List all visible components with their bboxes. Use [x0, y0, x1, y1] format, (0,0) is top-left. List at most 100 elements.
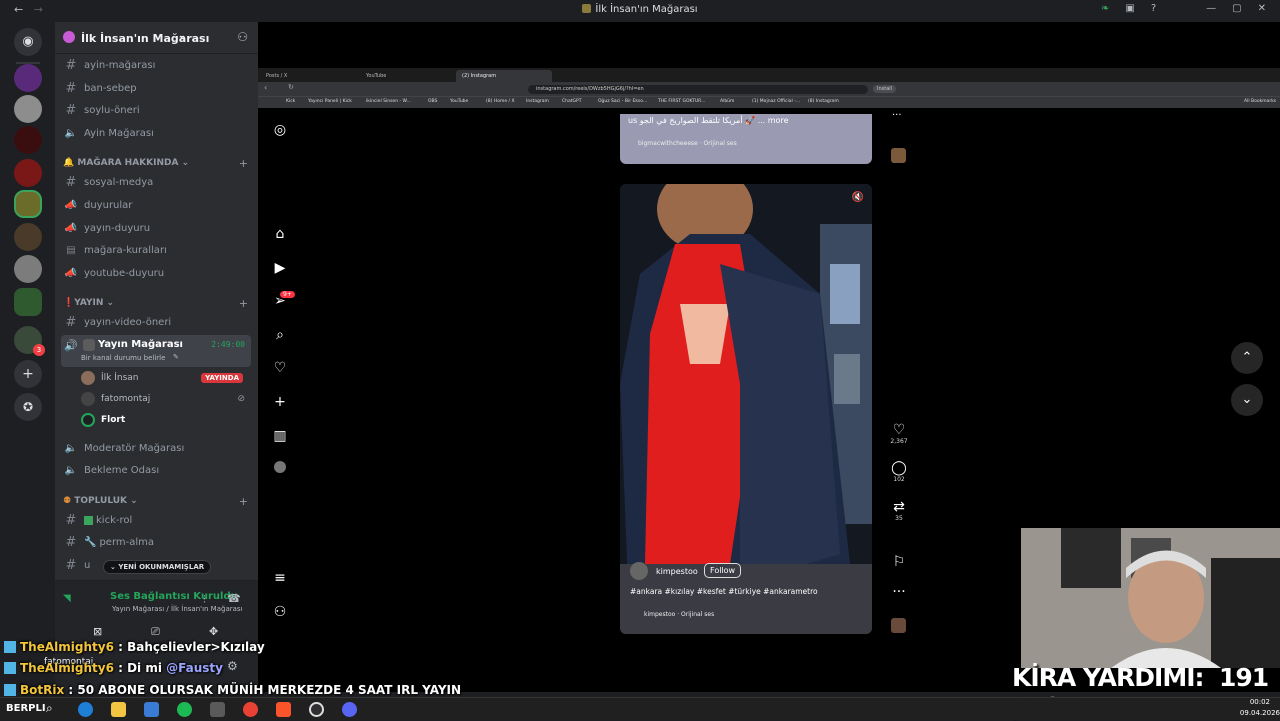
channel-item[interactable]: 📣 youtube-duyuru [63, 263, 253, 283]
bookmark[interactable]: Kick [286, 99, 295, 104]
discover-button[interactable]: ✪ [14, 393, 42, 421]
spotify-icon[interactable] [177, 702, 192, 717]
bookmark[interactable]: OBS [428, 99, 437, 104]
comment-button[interactable]: ◯ 102 [886, 460, 912, 483]
bookmark[interactable]: ikinciel Sinsen - W... [366, 99, 411, 104]
channel-item[interactable]: 📣 duyurular [63, 195, 253, 215]
reel-username[interactable]: kimpestoo [656, 567, 698, 576]
active-voice-channel[interactable]: 🔊 Yayın Mağarası 2:49:00 Bir kanal durum… [61, 335, 251, 367]
menu-icon[interactable]: ≡ [266, 570, 294, 590]
activities-icon[interactable]: ✥ [209, 625, 218, 638]
url-input[interactable]: instagram.com/reels/DWzb5HGjG6j/?hl=en [528, 85, 868, 94]
server-icon[interactable] [14, 288, 42, 316]
channel-item[interactable]: # ban-sebep [63, 78, 253, 98]
maximize-icon[interactable]: ▢ [1232, 3, 1241, 14]
notifications-heart-icon[interactable]: ♡ [266, 360, 294, 380]
soundboard-icon[interactable]: ⫶ [203, 593, 206, 607]
store-icon[interactable] [144, 702, 159, 717]
reload-icon[interactable]: ↻ [288, 83, 294, 91]
add-member-icon[interactable]: ⚇ [237, 30, 248, 44]
bookmark[interactable]: THE FIRST GOKTUR... [658, 99, 705, 104]
create-icon[interactable]: + [266, 394, 294, 414]
category-header[interactable]: ❗YAYIN ⌄ [63, 298, 114, 308]
channel-item[interactable]: ▤ mağara-kuralları [63, 240, 253, 260]
like-button[interactable]: ♡ 2,367 [886, 422, 912, 445]
install-button[interactable]: Install [873, 85, 897, 93]
server-icon[interactable] [14, 159, 42, 187]
screen-share-icon[interactable]: ⎚ [151, 625, 160, 639]
bookmark[interactable]: ChatGPT [562, 99, 581, 104]
browser-tab[interactable]: YouTube [360, 70, 454, 82]
bookmark[interactable]: (8) Instagram [808, 99, 839, 104]
channel-item[interactable]: # sosyal-medya [63, 172, 253, 192]
add-channel-icon[interactable]: + [239, 495, 248, 508]
repost-button[interactable]: ⇄ 35 [886, 499, 912, 522]
edge-icon[interactable] [78, 702, 93, 717]
bookmark[interactable]: Albüm [720, 99, 734, 104]
minimize-icon[interactable]: — [1206, 3, 1216, 14]
leaf-icon[interactable]: ❧ [1101, 3, 1109, 14]
edit-icon[interactable]: ✎ [173, 353, 179, 361]
category-header[interactable]: ⚉ TOPLULUK ⌄ [63, 496, 138, 506]
save-button[interactable]: ⚐ [886, 554, 912, 570]
channel-item[interactable]: 🔈 Bekleme Odası [63, 460, 253, 480]
browser-tab[interactable]: Posts / X [260, 70, 358, 82]
all-bookmarks[interactable]: All Bookmarks [1244, 99, 1276, 104]
more-options-button[interactable]: ··· [886, 584, 912, 600]
server-icon-active[interactable] [14, 190, 42, 218]
help-icon[interactable]: ? [1151, 3, 1156, 14]
settings-icon[interactable]: ⚙ [227, 659, 238, 673]
server-icon[interactable] [14, 64, 42, 92]
voice-user[interactable]: İlk İnsan YAYINDA [81, 369, 251, 387]
dashboard-icon[interactable]: ▥ [266, 428, 294, 448]
explorer-icon[interactable] [111, 702, 126, 717]
clock-time[interactable]: 00:02 [1250, 698, 1270, 706]
reel-video[interactable]: 🔇 kimpestoo Follow #ankara #kızılay #kes… [620, 184, 872, 634]
channel-item[interactable]: # soylu-öneri [63, 100, 253, 120]
search-icon[interactable]: ⌕ [266, 327, 294, 347]
server-icon[interactable] [14, 223, 42, 251]
discord-icon[interactable] [342, 702, 357, 717]
unread-pill[interactable]: ⌄ YENİ OKUNMAMIŞLAR [103, 560, 212, 574]
chrome-icon[interactable] [243, 702, 258, 717]
next-reel-button[interactable]: ⌄ [1231, 384, 1263, 416]
brave-icon[interactable] [276, 702, 291, 717]
inbox-icon[interactable]: ▣ [1125, 3, 1134, 14]
server-icon[interactable] [14, 255, 42, 283]
channel-item[interactable]: # 🔧 perm-alma [63, 532, 253, 552]
voice-user[interactable]: Flort [81, 411, 251, 429]
close-icon[interactable]: ✕ [1258, 3, 1266, 14]
bookmark[interactable]: (8) Home / X [486, 99, 515, 104]
browser-tab-active[interactable]: (2) Instagram [456, 70, 552, 82]
add-server-button[interactable]: + [14, 360, 42, 388]
bookmark[interactable]: Yayıncı Paneli | Kick [308, 99, 352, 104]
search-icon[interactable]: ⌕ [46, 701, 53, 716]
threads-icon[interactable]: ⚇ [266, 604, 294, 624]
clock-date[interactable]: 09.04.2026 [1240, 709, 1280, 717]
audio-thumbnail[interactable] [891, 148, 906, 163]
audio-thumbnail[interactable] [891, 618, 906, 633]
follow-button[interactable]: Follow [704, 563, 742, 578]
add-channel-icon[interactable]: + [239, 297, 248, 310]
discord-home-button[interactable]: ◉ [14, 28, 42, 56]
voice-user[interactable]: fatomontaj ⊘ [81, 390, 251, 408]
bookmark[interactable]: Oğuz Saci - Bir Ekso... [598, 99, 647, 104]
channel-item[interactable]: # yayın-video-öneri [63, 312, 253, 332]
mute-icon[interactable]: 🔇 [852, 192, 864, 203]
bookmark[interactable]: (1) Mojnaz Official -... [752, 99, 800, 104]
obs-icon[interactable] [309, 702, 324, 717]
previous-reel-button[interactable]: ⌃ [1231, 342, 1263, 374]
reel-hashtags[interactable]: #ankara #kızılay #kesfet #türkiye #ankar… [630, 587, 818, 596]
category-header[interactable]: 🔔 MAĞARA HAKKINDA ⌄ [63, 158, 189, 168]
server-icon[interactable] [14, 126, 42, 154]
back-icon[interactable]: ‹ [264, 83, 267, 92]
channel-item[interactable]: # ayin-mağarası [63, 55, 253, 75]
channel-item[interactable]: 📣 yayın-duyuru [63, 218, 253, 238]
channel-item[interactable]: 🔈 Ayin Mağarası [63, 123, 253, 143]
instagram-logo-icon[interactable]: ◎ [266, 122, 294, 142]
channel-item[interactable]: # kick-rol [63, 510, 253, 530]
server-header[interactable]: İlk İnsan'ın Mağarası ⌄ ⚇ [55, 22, 258, 54]
disconnect-icon[interactable]: ☎ [227, 592, 241, 605]
channel-item[interactable]: 🔈 Moderatör Mağarası [63, 438, 253, 458]
reels-icon[interactable]: ▶ [266, 260, 294, 280]
